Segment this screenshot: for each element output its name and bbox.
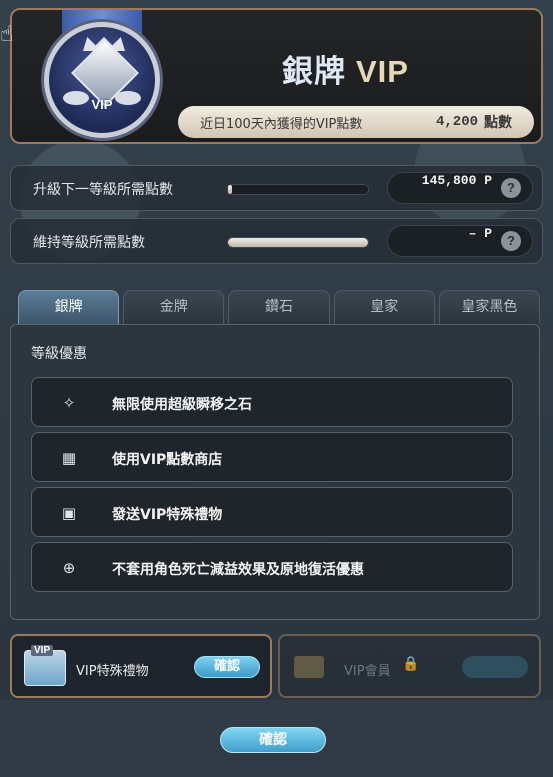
tab-silver[interactable]: 銀牌 [18,290,120,324]
upgrade-points-row: 升級下一等級所需點數 145,800 P ? [10,165,543,211]
upgrade-progress-fill [228,185,233,194]
upgrade-points-label: 升級下一等級所需點數 [33,182,173,198]
maintain-points-row: 維持等級所需點數 – P ? [10,218,543,264]
benefit-item: ✧ 無限使用超級瞬移之石 [31,377,513,427]
maintain-points-label: 維持等級所需點數 [33,235,145,251]
benefits-heading: 等級優惠 [31,346,87,362]
page-title: 銀牌 VIP [282,54,409,89]
recent-points-unit: 點數 [484,115,512,131]
hand-pointer-icon: ☝ [0,22,14,47]
recent-points-value: 4,200 [435,114,478,130]
upgrade-help-icon[interactable]: ? [501,178,521,198]
upgrade-progress-bar [227,184,369,195]
member-card-icon [294,656,324,678]
vip-gift-panel: VIP特殊禮物 確認 [10,634,272,698]
teleport-stone-icon: ✧ [62,394,76,412]
vip-member-panel: VIP會員 🔒 [278,634,541,698]
maintain-progress-fill [228,238,368,247]
gift-icon: ▣ [61,504,77,522]
vip-gift-confirm-button[interactable]: 確認 [194,656,260,678]
tab-diamond[interactable]: 鑽石 [228,290,330,324]
maintain-help-icon[interactable]: ? [501,231,521,251]
benefit-item: ▦ 使用VIP點數商店 [31,432,513,482]
confirm-button[interactable]: 確認 [220,727,326,753]
recent-points-bar: 近日100天內獲得的VIP點數 4,200 點數 [178,106,534,138]
benefit-item: ⊕ 不套用角色死亡減益效果及原地復活優惠 [31,542,513,592]
tab-royal-black[interactable]: 皇家黑色 [438,290,541,324]
tab-gold[interactable]: 金牌 [123,290,225,324]
benefit-item: ▣ 發送VIP特殊禮物 [31,487,513,537]
vip-header: VIP 銀牌 VIP 近日100天內獲得的VIP點數 4,200 點數 [10,8,543,144]
benefits-panel: 等級優惠 ✧ 無限使用超級瞬移之石 ▦ 使用VIP點數商店 ▣ 發送VIP特殊禮… [10,324,540,620]
revive-icon: ⊕ [62,559,76,577]
vip-member-label: VIP會員 [344,664,391,679]
tier-tabs: 銀牌 金牌 鑽石 皇家 皇家黑色 [18,290,541,324]
vip-gift-label: VIP特殊禮物 [76,664,149,679]
vip-gift-box-icon [24,645,66,686]
maintain-progress-bar [227,237,369,248]
medal-vip-text: VIP [91,97,113,112]
recent-points-label: 近日100天內獲得的VIP點數 [200,116,363,132]
silver-medal-icon: VIP [44,22,160,138]
shop-icon: ▦ [61,449,77,467]
lock-icon: 🔒 [402,656,420,672]
tab-royal[interactable]: 皇家 [333,290,435,324]
vip-member-disabled-button [462,656,528,678]
